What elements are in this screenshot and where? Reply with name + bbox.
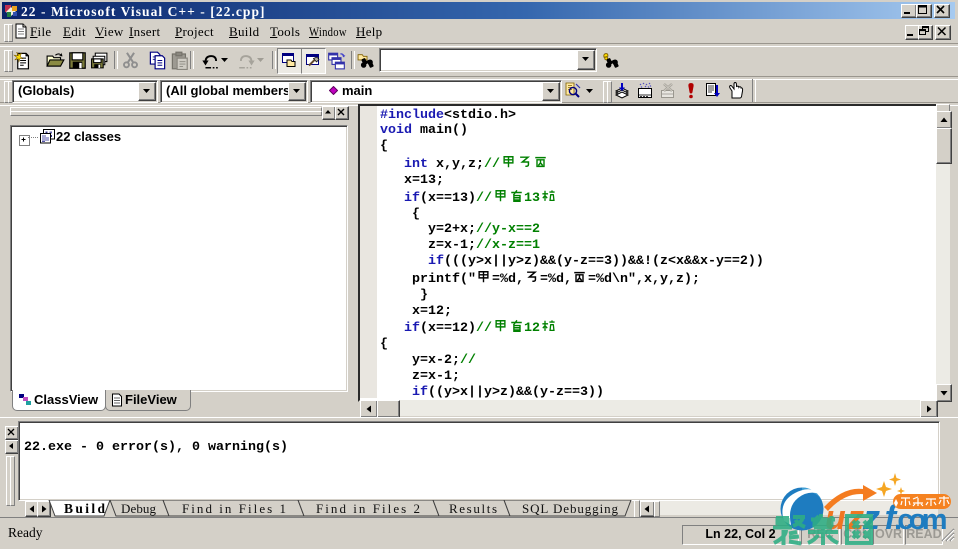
svg-text:Find in Files 2: Find in Files 2 <box>316 501 420 516</box>
svg-text:Build: Build <box>64 501 105 516</box>
svg-text:SQL Debugging: SQL Debugging <box>522 501 619 516</box>
svg-text:Results: Results <box>449 501 497 516</box>
svg-text:Find in Files 1: Find in Files 1 <box>182 501 286 516</box>
svg-text:Debug: Debug <box>121 501 157 516</box>
